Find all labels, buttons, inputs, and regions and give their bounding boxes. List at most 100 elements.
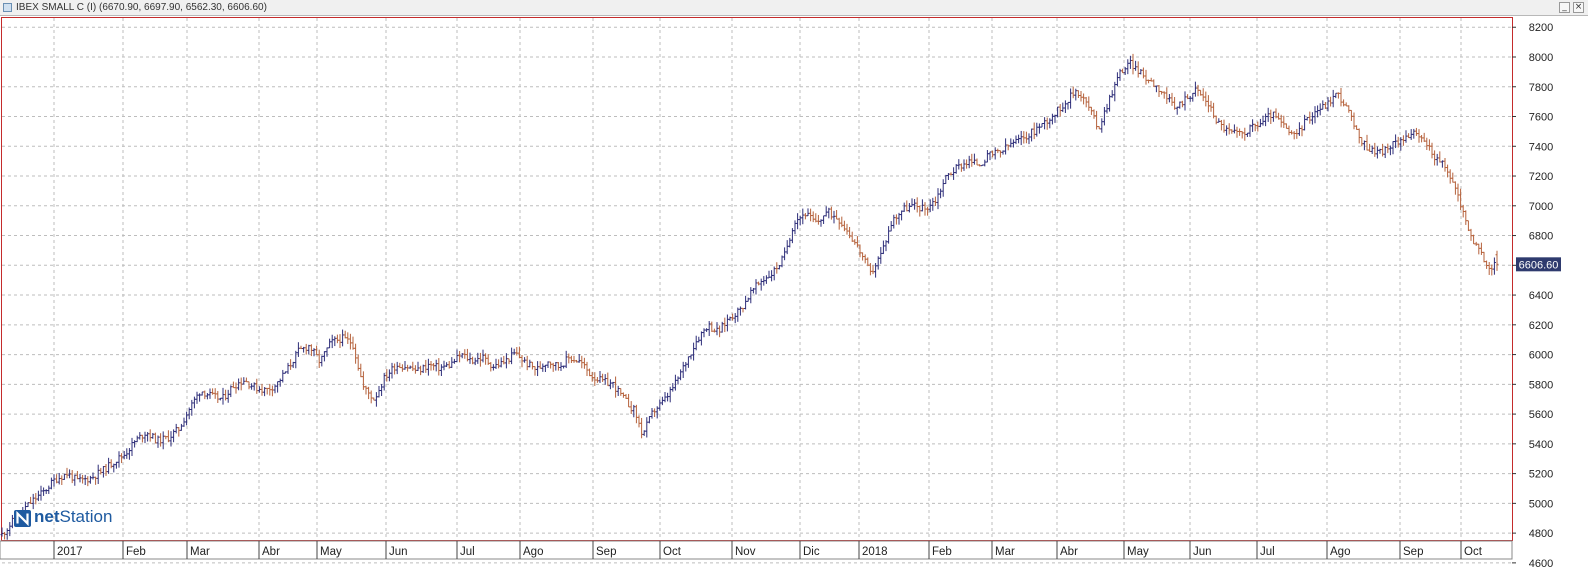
ohlc-bar [614, 376, 618, 398]
ohlc-bar [1360, 136, 1364, 147]
ohlc-bar [338, 334, 342, 349]
ohlc-bar [190, 399, 194, 416]
ohlc-bar [967, 155, 971, 169]
ohlc-chart[interactable]: 4600 4800 5000 5200 5400 5600 5800 6000 6200 6400… [0, 0, 1588, 567]
ohlc-bar [848, 226, 852, 239]
ohlc-bar [60, 475, 64, 485]
ohlc-bar [634, 404, 638, 424]
ohlc-bar [562, 365, 566, 369]
ohlc-bar [946, 173, 950, 180]
ohlc-bar [1362, 140, 1366, 151]
ohlc-bar [1204, 91, 1208, 107]
ohlc-bar [195, 391, 199, 404]
ohlc-bar [1373, 142, 1377, 157]
ohlc-bar [1344, 102, 1348, 107]
ohlc-bar [382, 372, 386, 391]
x-month-label: 2018 [862, 546, 888, 558]
ohlc-bar [1178, 101, 1182, 109]
ohlc-bar [585, 361, 589, 376]
ohlc-bar [426, 358, 430, 376]
ohlc-bar [463, 349, 467, 359]
ohlc-bar [754, 279, 758, 295]
ohlc-bar [744, 295, 748, 310]
ohlc-bar [1037, 123, 1041, 134]
ohlc-bar [1420, 135, 1424, 143]
ohlc-bar [484, 353, 488, 365]
ohlc-bar [361, 371, 365, 390]
ohlc-bar [681, 361, 685, 378]
ohlc-bar [1084, 96, 1088, 108]
ohlc-bar [556, 361, 560, 371]
ohlc-bar [1222, 119, 1226, 133]
ohlc-bar [1235, 126, 1239, 138]
ohlc-bar [1126, 59, 1130, 75]
ohlc-bar [853, 239, 857, 245]
ohlc-bar [712, 328, 716, 333]
ohlc-bar [1053, 114, 1057, 123]
ohlc-bar [1396, 136, 1400, 148]
ohlc-bar [1365, 134, 1369, 151]
ohlc-bar [390, 362, 394, 379]
ohlc-bar [29, 496, 33, 504]
ohlc-bar [941, 179, 945, 197]
ohlc-bar [1456, 183, 1460, 202]
ohlc-bar [86, 476, 90, 487]
ohlc-bar [1115, 72, 1119, 87]
ohlc-bar [1292, 131, 1296, 140]
y-tick-label: 5200 [1529, 469, 1553, 481]
ohlc-bar [1370, 145, 1374, 154]
ohlc-bar [1110, 90, 1114, 98]
ohlc-bar [1238, 128, 1242, 136]
ohlc-bar [686, 356, 690, 368]
ohlc-bar [291, 361, 295, 368]
ohlc-bar [1063, 100, 1067, 113]
ohlc-bar [1199, 89, 1203, 96]
ohlc-bar [720, 321, 724, 333]
ohlc-bar [1032, 122, 1036, 140]
ohlc-bar [73, 474, 77, 486]
ohlc-bar [445, 362, 449, 367]
ohlc-bar [1061, 102, 1065, 113]
ohlc-bar [377, 385, 381, 398]
ohlc-bar [1412, 128, 1416, 139]
ohlc-bar [356, 354, 360, 371]
ohlc-bar [837, 217, 841, 230]
ohlc-bar [125, 448, 129, 459]
ohlc-bar [216, 391, 220, 404]
ohlc-bar [1474, 241, 1478, 246]
ohlc-bar [3, 531, 7, 540]
ohlc-bar [543, 364, 547, 373]
ohlc-bar [822, 215, 826, 224]
ohlc-bar [1313, 106, 1317, 124]
ohlc-bar [952, 167, 956, 180]
ohlc-bar [161, 431, 165, 450]
netstation-logo-mark-icon [14, 510, 31, 527]
ohlc-bar [491, 364, 495, 371]
ohlc-bar [304, 343, 308, 355]
ohlc-bar [252, 382, 256, 391]
ohlc-bar [343, 330, 347, 339]
ohlc-bar [673, 374, 677, 391]
ohlc-bar [39, 485, 43, 501]
ohlc-bar [1071, 86, 1075, 99]
ohlc-bar [364, 385, 368, 395]
ohlc-bar [645, 417, 649, 438]
ohlc-bar [1466, 220, 1470, 232]
ohlc-bar [949, 172, 953, 176]
ohlc-bar [78, 473, 82, 483]
ohlc-bar [1352, 112, 1356, 130]
ohlc-bar [692, 342, 696, 361]
ohlc-bar [671, 383, 675, 392]
ohlc-bar [603, 374, 607, 385]
ohlc-bar [260, 383, 264, 396]
ohlc-bar [900, 210, 904, 221]
ohlc-bar [736, 307, 740, 322]
ohlc-bar [341, 329, 345, 347]
ohlc-bar [1017, 134, 1021, 144]
ohlc-bar [164, 435, 168, 440]
ohlc-bar [1128, 55, 1132, 69]
ohlc-bar [447, 361, 451, 369]
ohlc-bar [455, 349, 459, 363]
ohlc-bar [450, 357, 454, 368]
ohlc-bar [627, 393, 631, 408]
